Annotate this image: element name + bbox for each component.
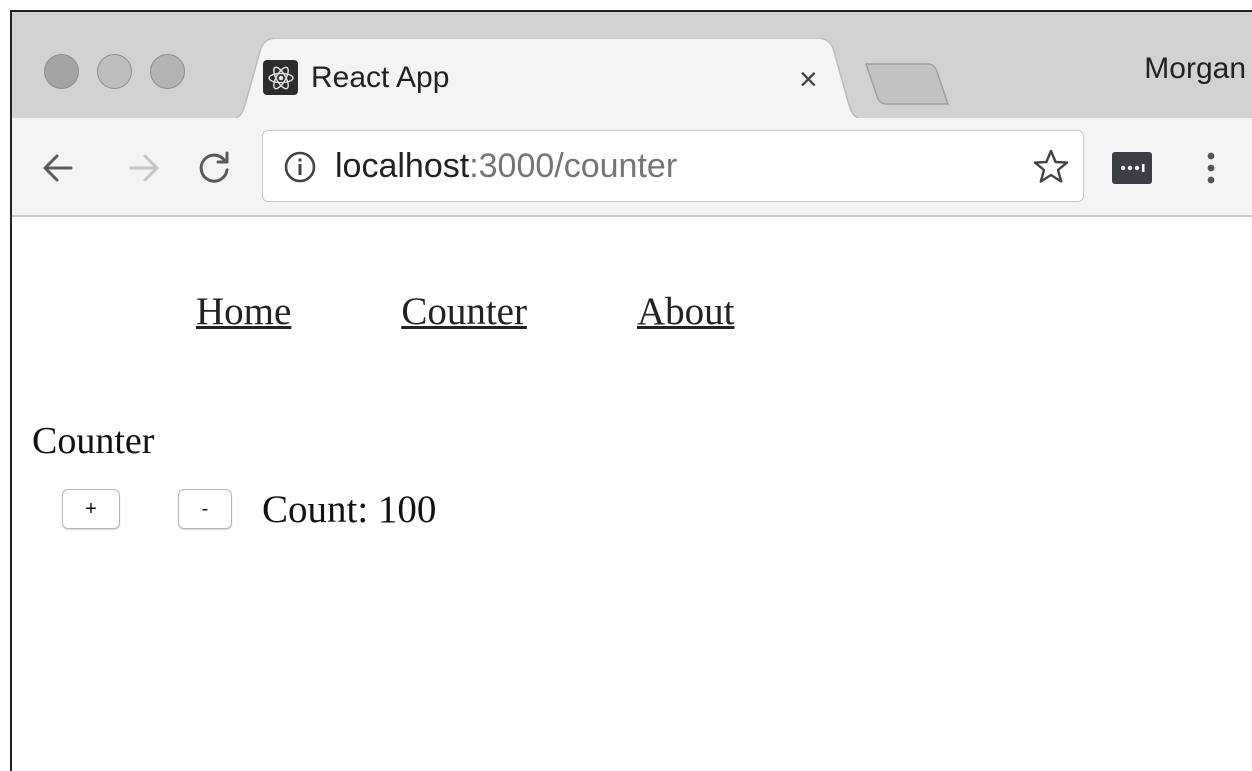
more-vert-icon[interactable] <box>1196 148 1226 188</box>
page-content: Home Counter About Counter + - Count: 10… <box>12 217 1252 771</box>
react-logo-icon <box>263 60 298 95</box>
star-icon[interactable] <box>1031 147 1071 187</box>
zoom-window-button[interactable] <box>150 54 185 89</box>
minimize-window-button[interactable] <box>97 54 132 89</box>
new-tab-button[interactable] <box>862 60 952 108</box>
browser-window: React App × Morgan localhost:3000/counte… <box>10 10 1252 771</box>
tab-react-app[interactable]: React App × <box>227 38 867 120</box>
window-controls <box>44 54 185 89</box>
forward-button[interactable] <box>120 144 168 192</box>
url-path: :3000/counter <box>469 147 678 185</box>
back-button[interactable] <box>34 144 82 192</box>
reload-button[interactable] <box>190 144 238 192</box>
profile-name[interactable]: Morgan <box>1144 52 1246 86</box>
close-window-button[interactable] <box>44 54 79 89</box>
extension-icon[interactable] <box>1112 152 1152 184</box>
browser-toolbar: localhost:3000/counter <box>12 118 1252 217</box>
tab-close-icon[interactable]: × <box>799 60 818 98</box>
nav-link-home[interactable]: Home <box>196 289 291 334</box>
increment-button[interactable]: + <box>62 489 120 529</box>
tab-bar: React App × Morgan <box>12 12 1252 120</box>
nav-link-counter[interactable]: Counter <box>401 289 527 334</box>
page-title: Counter <box>32 420 155 462</box>
decrement-button[interactable]: - <box>178 489 232 529</box>
address-bar[interactable]: localhost:3000/counter <box>262 130 1084 202</box>
count-display: Count: 100 <box>262 488 437 531</box>
tab-title: React App <box>311 61 450 94</box>
url-host: localhost <box>335 147 470 185</box>
info-icon[interactable] <box>283 150 317 184</box>
url-text: localhost:3000/counter <box>335 145 677 187</box>
reload-icon <box>199 151 229 183</box>
app-nav: Home Counter About <box>196 289 734 334</box>
back-arrow-icon <box>43 154 73 182</box>
nav-link-about[interactable]: About <box>637 289 735 334</box>
forward-arrow-icon <box>129 154 159 182</box>
